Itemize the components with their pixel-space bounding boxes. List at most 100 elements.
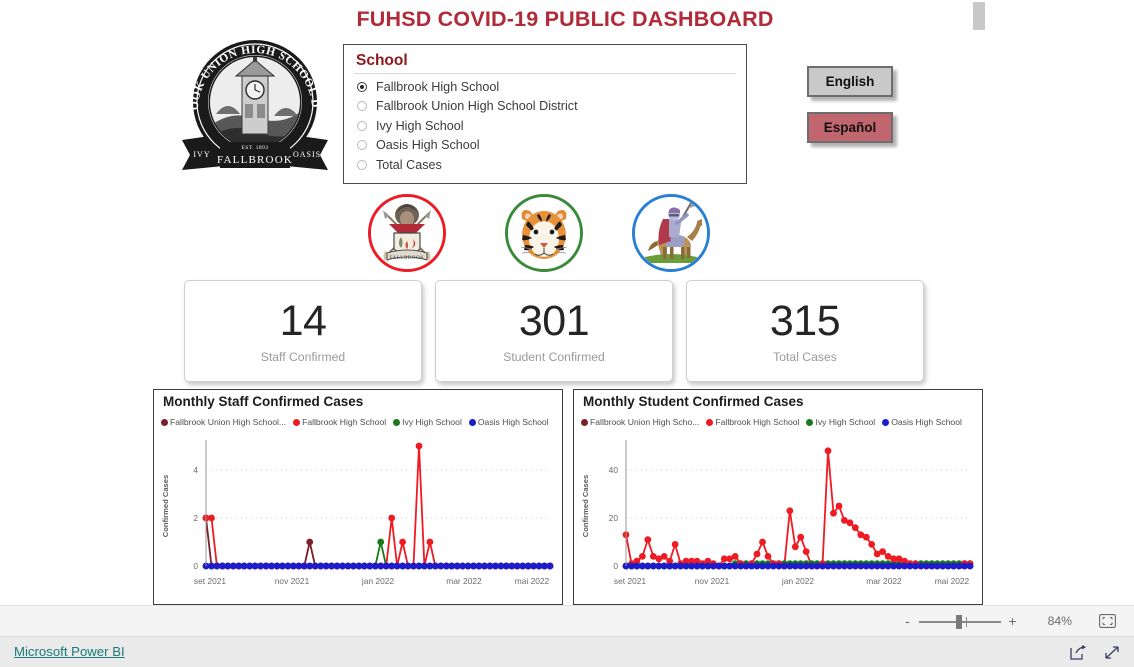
chart-legend[interactable]: Fallbrook Union High Scho... Fallbrook H… [581,417,962,427]
slicer-option-label: Ivy High School [376,118,464,133]
svg-text:4: 4 [193,465,198,475]
kpi-card-total-cases[interactable]: 315 Total Cases [686,280,924,382]
zoom-slider-thumb[interactable] [955,614,962,629]
svg-text:mar 2022: mar 2022 [866,576,902,586]
slicer-option-total-cases[interactable]: Total Cases [354,155,736,175]
espanol-language-button[interactable]: Español [807,112,893,143]
chart-monthly-student-confirmed-cases[interactable]: Monthly Student Confirmed Cases Fallbroo… [573,389,983,605]
svg-text:FALLBROOK: FALLBROOK [389,256,424,261]
radio-icon[interactable] [357,159,367,170]
legend-item-district[interactable]: Fallbrook Union High Scho... [581,417,699,427]
slicer-option-label: Total Cases [376,157,442,172]
svg-text:EST. 1893: EST. 1893 [241,145,268,151]
slicer-option-fallbrook-high-school[interactable]: Fallbrook High School [354,77,736,97]
legend-dot-icon [806,418,814,426]
legend-dot-icon [468,418,476,426]
share-icon[interactable] [1069,644,1087,661]
chart-monthly-staff-confirmed-cases[interactable]: Monthly Staff Confirmed Cases Fallbrook … [153,389,563,605]
legend-dot-icon [581,418,588,426]
slicer-option-ivy-high-school[interactable]: Ivy High School [354,116,736,136]
slicer-option-oasis-high-school[interactable]: Oasis High School [354,136,736,156]
scrollbar-thumb[interactable] [973,2,985,30]
school-slicer-header: School [354,51,736,74]
slicer-option-label: Oasis High School [376,138,480,153]
svg-text:Confirmed Cases: Confirmed Cases [161,475,170,537]
legend-item-fallbrook[interactable]: Fallbrook High School [293,417,386,427]
slicer-option-label: Fallbrook High School [376,79,500,94]
page-title: FUHSD COVID-19 PUBLIC DASHBOARD [356,7,774,31]
kpi-value: 14 [279,297,327,345]
kpi-card-staff-confirmed[interactable]: 14 Staff Confirmed [184,280,422,382]
legend-item-district[interactable]: Fallbrook Union High School... [161,417,286,427]
legend-label: Ivy High School [815,417,876,427]
legend-label: Ivy High School [402,417,462,427]
slicer-option-fallbrook-union-high-school-district[interactable]: Fallbrook Union High School District [354,97,736,117]
radio-icon[interactable] [357,140,367,151]
chart-plot-area[interactable]: Confirmed Cases 0 2 4 set 2021 nov 2021 jan 20… [154,434,562,604]
legend-label: Fallbrook High School [302,417,387,427]
radio-icon-selected[interactable] [357,81,367,92]
page-vertical-scrollbar[interactable] [973,2,985,605]
svg-text:FALLBROOK: FALLBROOK [217,154,293,166]
fullscreen-icon[interactable] [1103,644,1121,661]
kpi-value: 315 [769,297,841,345]
legend-dot-icon [706,418,714,426]
kpi-card-student-confirmed[interactable]: 301 Student Confirmed [435,280,673,382]
svg-text:OASIS: OASIS [293,150,321,159]
svg-text:0: 0 [193,561,198,571]
english-language-button[interactable]: English [807,66,893,97]
legend-dot-icon [882,418,890,426]
legend-item-oasis[interactable]: Oasis High School [882,417,962,427]
zoom-in-button[interactable]: + [1008,614,1017,628]
school-slicer[interactable]: School Fallbrook High School Fallbrook U… [343,44,747,184]
svg-text:set 2021: set 2021 [614,576,646,586]
svg-text:nov 2021: nov 2021 [275,576,310,586]
svg-text:jan 2022: jan 2022 [781,576,814,586]
radio-icon[interactable] [357,101,367,112]
chart-plot-area[interactable]: Confirmed Cases 0 20 40 set 2021 nov 2021 jan … [574,434,982,604]
ivy-tigers-logo[interactable] [505,194,583,272]
report-canvas: FUHSD COVID-19 PUBLIC DASHBOARD IVY OASI… [0,0,1134,605]
radio-icon[interactable] [357,120,367,131]
oasis-knights-logo[interactable] [632,194,710,272]
legend-label: Fallbrook High School [715,417,800,427]
svg-text:nov 2021: nov 2021 [695,576,730,586]
legend-label: Fallbrook Union High School... [170,417,287,427]
legend-label: Oasis High School [477,417,549,427]
status-bar: - + 84% [0,605,1134,637]
kpi-label: Student Confirmed [503,350,605,364]
zoom-out-button[interactable]: - [903,614,912,628]
chart-legend[interactable]: Fallbrook Union High School... Fallbrook… [161,417,549,427]
zoom-control[interactable]: - + [903,606,1017,637]
svg-text:mai 2022: mai 2022 [935,576,970,586]
zoom-slider-notch [965,616,967,627]
legend-item-ivy[interactable]: Ivy High School [806,417,875,427]
svg-text:40: 40 [609,465,619,475]
svg-text:mai 2022: mai 2022 [515,576,550,586]
fit-to-screen-icon[interactable] [1099,614,1116,628]
legend-dot-icon [161,418,168,426]
legend-dot-icon [293,418,301,426]
zoom-slider[interactable] [919,614,1001,629]
district-seal-logo: IVY OASIS FALLBROOK UNION HIGH SCHOOL DI… [172,9,334,183]
legend-dot-icon [393,418,401,426]
fallbrook-warriors-logo[interactable]: FALLBROOK [368,194,446,272]
slicer-option-label: Fallbrook Union High School District [376,99,578,114]
svg-text:jan 2022: jan 2022 [361,576,394,586]
svg-text:mar 2022: mar 2022 [446,576,482,586]
svg-text:0: 0 [613,561,618,571]
legend-item-oasis[interactable]: Oasis High School [468,417,549,427]
zoom-percent-label: 84% [1047,614,1072,628]
kpi-label: Staff Confirmed [260,350,346,364]
footer-bar: Microsoft Power BI [0,636,1134,667]
chart-title: Monthly Student Confirmed Cases [583,394,804,409]
legend-label: Oasis High School [891,417,962,427]
microsoft-power-bi-link[interactable]: Microsoft Power BI [14,644,125,659]
svg-text:IVY: IVY [193,150,210,159]
svg-text:2: 2 [193,513,198,523]
legend-item-ivy[interactable]: Ivy High School [393,417,462,427]
legend-item-fallbrook[interactable]: Fallbrook High School [706,417,799,427]
kpi-value: 301 [518,297,590,345]
svg-text:Confirmed Cases: Confirmed Cases [581,475,590,537]
powerbi-report-page: FUHSD COVID-19 PUBLIC DASHBOARD IVY OASI… [0,0,1134,667]
